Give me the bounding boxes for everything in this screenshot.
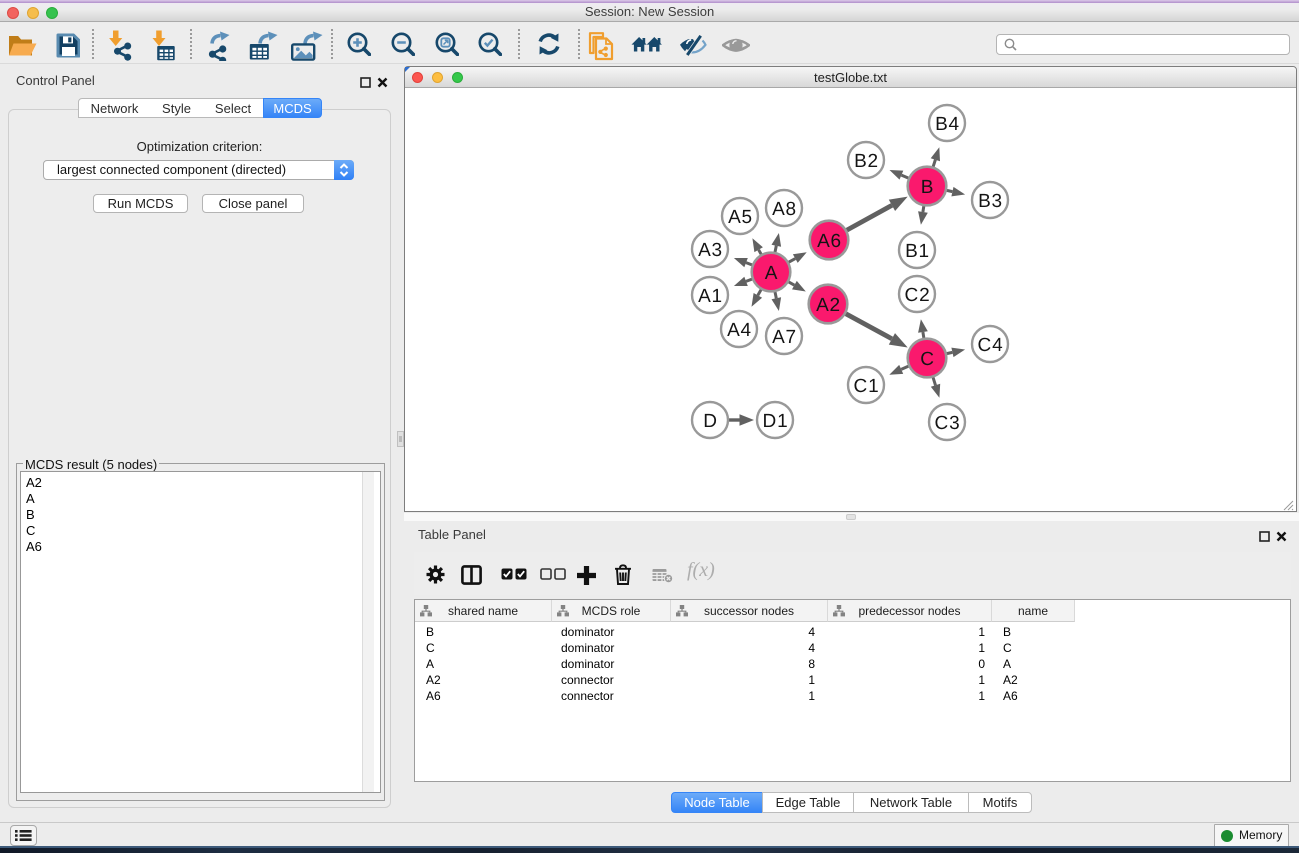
svg-text:C1: C1 bbox=[854, 376, 880, 397]
svg-text:C3: C3 bbox=[935, 413, 961, 434]
svg-text:B: B bbox=[921, 177, 934, 198]
svg-text:A6: A6 bbox=[817, 231, 842, 252]
svg-text:A5: A5 bbox=[728, 207, 753, 228]
svg-text:B1: B1 bbox=[905, 241, 930, 262]
svg-text:D: D bbox=[703, 411, 718, 432]
svg-text:A3: A3 bbox=[698, 240, 723, 261]
svg-text:C: C bbox=[920, 349, 935, 370]
svg-text:A1: A1 bbox=[698, 286, 723, 307]
svg-text:A8: A8 bbox=[772, 199, 797, 220]
svg-text:C2: C2 bbox=[905, 285, 931, 306]
svg-text:A2: A2 bbox=[816, 295, 841, 316]
svg-text:B3: B3 bbox=[978, 191, 1003, 212]
svg-text:B2: B2 bbox=[854, 151, 879, 172]
svg-text:A4: A4 bbox=[727, 320, 752, 341]
svg-text:A: A bbox=[765, 263, 778, 284]
svg-text:D1: D1 bbox=[763, 411, 789, 432]
svg-text:C4: C4 bbox=[978, 335, 1004, 356]
svg-text:A7: A7 bbox=[772, 327, 797, 348]
svg-text:B4: B4 bbox=[935, 114, 960, 135]
